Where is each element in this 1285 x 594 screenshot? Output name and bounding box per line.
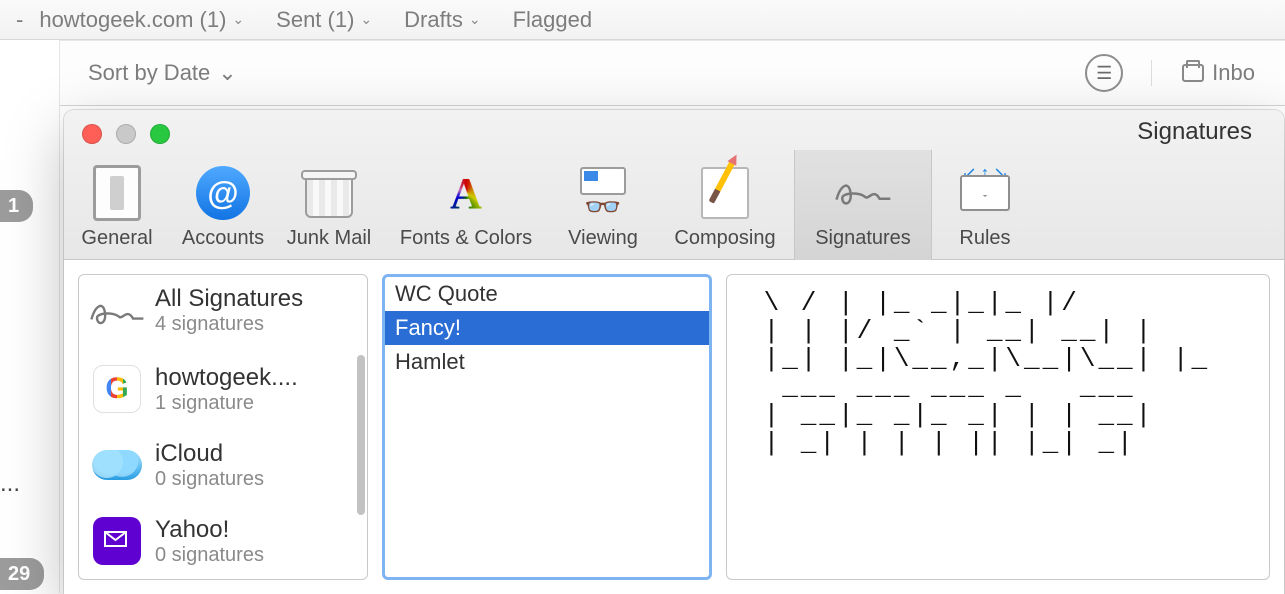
account-item-icloud[interactable]: iCloud 0 signatures <box>79 427 367 503</box>
preferences-tabs: General @ Accounts Junk Mail A Fonts & C… <box>64 150 1038 259</box>
signature-names-list[interactable]: WC Quote Fancy! Hamlet <box>382 274 712 580</box>
inbox-label: Inbo <box>1212 60 1255 86</box>
account-name: iCloud <box>155 440 264 468</box>
mailbox-tab-label: Flagged <box>513 7 593 33</box>
signature-preview-content: \ / | |_ _|_|_ |/ | | |/ _` | __| __| | … <box>745 289 1251 457</box>
mailbox-tab-label: Drafts <box>404 7 463 33</box>
rules-icon: ↙↑↘ <box>956 165 1014 221</box>
unread-badge: 29 <box>0 558 44 590</box>
google-icon: G <box>89 361 145 417</box>
filter-button[interactable]: ☰ <box>1085 54 1123 92</box>
sidebar-item-truncated: ... <box>0 470 20 498</box>
accounts-icon: @ <box>194 165 252 221</box>
scrollbar-thumb[interactable] <box>357 355 365 515</box>
account-signature-count: 4 signatures <box>155 313 303 336</box>
message-list-toolbar: Sort by Date ⌄ ☰ Inbo <box>60 40 1285 106</box>
mailbox-tab-label: Sent (1) <box>276 7 354 33</box>
account-item-google[interactable]: G howtogeek.... 1 signature <box>79 351 367 427</box>
chevron-down-icon: ⌄ <box>360 11 372 28</box>
fonts-icon: A <box>437 165 495 221</box>
accounts-list[interactable]: All Signatures 4 signatures G howtogeek.… <box>78 274 368 580</box>
trash-icon <box>300 165 358 221</box>
preferences-title: Signatures <box>1137 118 1252 146</box>
minimize-button[interactable] <box>116 124 136 144</box>
mailbox-tab-drafts[interactable]: Drafts ⌄ <box>388 0 496 39</box>
inbox-button[interactable]: Inbo <box>1151 60 1255 86</box>
tab-general[interactable]: General <box>64 150 170 260</box>
sort-by-dropdown[interactable]: Sort by Date ⌄ <box>88 60 237 86</box>
mailbox-tab-flagged[interactable]: Flagged <box>497 0 609 39</box>
chevron-down-icon: ⌄ <box>218 60 236 86</box>
unread-badge: 1 <box>0 190 33 222</box>
signature-icon <box>834 165 892 221</box>
compose-icon <box>696 165 754 221</box>
preferences-titlebar: Signatures General @ Accounts Junk Mail … <box>64 110 1284 260</box>
tab-fonts-colors[interactable]: A Fonts & Colors <box>382 150 550 260</box>
account-signature-count: 1 signature <box>155 392 298 415</box>
mailbox-tab-sent[interactable]: Sent (1) ⌄ <box>260 0 388 39</box>
window-controls <box>82 124 170 144</box>
signature-item-selected[interactable]: Fancy! <box>385 311 709 345</box>
tab-junk-mail[interactable]: Junk Mail <box>276 150 382 260</box>
tab-signatures[interactable]: Signatures <box>794 150 932 260</box>
account-name: All Signatures <box>155 285 303 313</box>
account-item-all-signatures[interactable]: All Signatures 4 signatures <box>79 275 367 351</box>
close-button[interactable] <box>82 124 102 144</box>
account-signature-count: 0 signatures <box>155 468 264 491</box>
folder-icon <box>1182 64 1204 82</box>
viewing-icon: 👓 <box>574 165 632 221</box>
signature-preview[interactable]: \ / | |_ _|_|_ |/ | | |/ _` | __| __| | … <box>726 274 1270 580</box>
yahoo-icon <box>89 513 145 569</box>
signature-item[interactable]: Hamlet <box>385 345 709 379</box>
signature-item[interactable]: WC Quote <box>385 277 709 311</box>
preferences-window: Signatures General @ Accounts Junk Mail … <box>64 110 1284 594</box>
sort-by-label: Sort by Date <box>88 60 210 86</box>
mailbox-tab-howtogeek[interactable]: howtogeek.com (1) ⌄ <box>23 0 260 39</box>
general-icon <box>88 165 146 221</box>
mailbox-tab-label: howtogeek.com (1) <box>39 7 226 33</box>
tab-viewing[interactable]: 👓 Viewing <box>550 150 656 260</box>
chevron-down-icon: ⌄ <box>232 11 244 28</box>
account-name: Yahoo! <box>155 516 264 544</box>
icloud-icon <box>89 437 145 493</box>
zoom-button[interactable] <box>150 124 170 144</box>
account-item-yahoo[interactable]: Yahoo! 0 signatures <box>79 503 367 579</box>
account-name: howtogeek.... <box>155 364 298 392</box>
account-signature-count: 0 signatures <box>155 544 264 567</box>
chevron-down-icon: ⌄ <box>469 11 481 28</box>
tab-composing[interactable]: Composing <box>656 150 794 260</box>
tab-accounts[interactable]: @ Accounts <box>170 150 276 260</box>
signature-icon <box>89 285 145 341</box>
tab-rules[interactable]: ↙↑↘ Rules <box>932 150 1038 260</box>
preferences-body: All Signatures 4 signatures G howtogeek.… <box>64 260 1284 594</box>
sidebar-edge: 1 ... 29 <box>0 40 60 593</box>
mailbox-tabs-bar: - howtogeek.com (1) ⌄ Sent (1) ⌄ Drafts … <box>0 0 1285 40</box>
filter-icon: ☰ <box>1096 63 1112 84</box>
